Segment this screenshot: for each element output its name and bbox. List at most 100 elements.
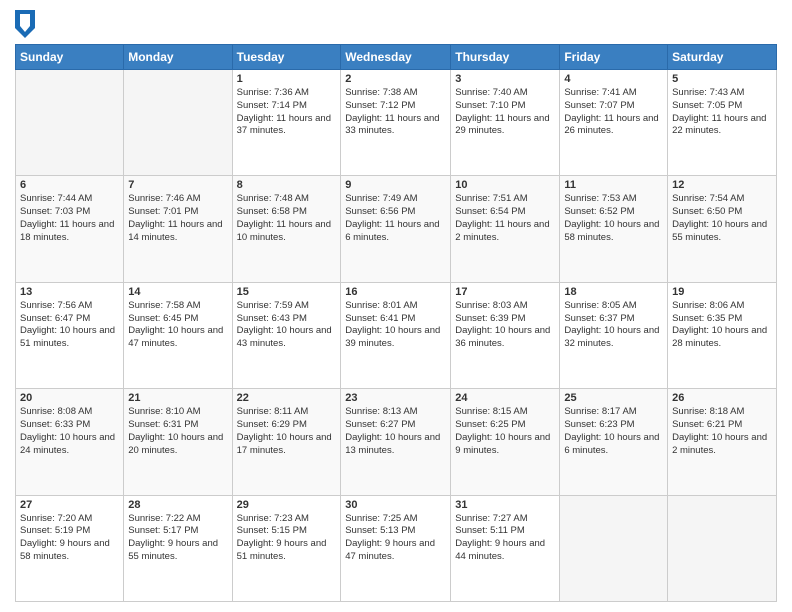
- weekday-header-friday: Friday: [560, 45, 668, 70]
- day-cell: 25 Sunrise: 8:17 AMSunset: 6:23 PMDayligh…: [560, 389, 668, 495]
- day-cell: [560, 495, 668, 601]
- day-number: 8: [237, 179, 337, 191]
- weekday-header-wednesday: Wednesday: [341, 45, 451, 70]
- day-number: 27: [20, 499, 119, 511]
- day-cell: 15Sunrise: 7:59 AMSunset: 6:43 PMDayligh…: [232, 282, 341, 388]
- day-number: 22: [237, 392, 337, 404]
- day-info: Sunrise: 7:25 AMSunset: 5:13 PMDaylight:…: [345, 513, 446, 564]
- day-cell: 1 Sunrise: 7:36 AMSunset: 7:14 PMDaylight…: [232, 70, 341, 176]
- week-row-5: 27 Sunrise: 7:20 AMSunset: 5:19 PMDayligh…: [16, 495, 777, 601]
- day-number: 19: [672, 286, 772, 298]
- day-info: Sunrise: 7:54 AMSunset: 6:50 PMDaylight:…: [672, 193, 772, 244]
- day-info: Sunrise: 8:01 AMSunset: 6:41 PMDaylight:…: [345, 300, 446, 351]
- day-cell: 13 Sunrise: 7:56 AMSunset: 6:47 PMDayligh…: [16, 282, 124, 388]
- day-info: Sunrise: 7:58 AMSunset: 6:45 PMDaylight:…: [128, 300, 227, 351]
- week-row-4: 20 Sunrise: 8:08 AMSunset: 6:33 PMDayligh…: [16, 389, 777, 495]
- day-number: 13: [20, 286, 119, 298]
- day-cell: 21Sunrise: 8:10 AMSunset: 6:31 PMDayligh…: [124, 389, 232, 495]
- day-cell: 5 Sunrise: 7:43 AMSunset: 7:05 PMDaylight…: [668, 70, 777, 176]
- day-cell: 26 Sunrise: 8:18 AMSunset: 6:21 PMDayligh…: [668, 389, 777, 495]
- day-info: Sunrise: 8:05 AMSunset: 6:37 PMDaylight:…: [564, 300, 663, 351]
- day-cell: 27 Sunrise: 7:20 AMSunset: 5:19 PMDayligh…: [16, 495, 124, 601]
- day-info: Sunrise: 8:17 AMSunset: 6:23 PMDaylight:…: [564, 406, 663, 457]
- day-number: 21: [128, 392, 227, 404]
- weekday-header-tuesday: Tuesday: [232, 45, 341, 70]
- logo-icon: [15, 10, 35, 38]
- day-cell: 17Sunrise: 8:03 AMSunset: 6:39 PMDayligh…: [451, 282, 560, 388]
- day-info: Sunrise: 7:48 AMSunset: 6:58 PMDaylight:…: [237, 193, 337, 244]
- page: SundayMondayTuesdayWednesdayThursdayFrid…: [0, 0, 792, 612]
- logo: [15, 10, 39, 38]
- day-cell: 2 Sunrise: 7:38 AMSunset: 7:12 PMDaylight…: [341, 70, 451, 176]
- day-info: Sunrise: 8:15 AMSunset: 6:25 PMDaylight:…: [455, 406, 555, 457]
- day-cell: 18Sunrise: 8:05 AMSunset: 6:37 PMDayligh…: [560, 282, 668, 388]
- day-number: 12: [672, 179, 772, 191]
- day-number: 2: [345, 73, 446, 85]
- day-info: Sunrise: 7:27 AMSunset: 5:11 PMDaylight:…: [455, 513, 555, 564]
- weekday-header-row: SundayMondayTuesdayWednesdayThursdayFrid…: [16, 45, 777, 70]
- day-number: 11: [564, 179, 663, 191]
- day-cell: 16 Sunrise: 8:01 AMSunset: 6:41 PMDayligh…: [341, 282, 451, 388]
- day-cell: 19 Sunrise: 8:06 AMSunset: 6:35 PMDayligh…: [668, 282, 777, 388]
- weekday-header-saturday: Saturday: [668, 45, 777, 70]
- day-number: 7: [128, 179, 227, 191]
- day-info: Sunrise: 7:40 AMSunset: 7:10 PMDaylight:…: [455, 87, 555, 138]
- day-info: Sunrise: 7:56 AMSunset: 6:47 PMDaylight:…: [20, 300, 119, 351]
- day-cell: 22Sunrise: 8:11 AMSunset: 6:29 PMDayligh…: [232, 389, 341, 495]
- day-info: Sunrise: 7:22 AMSunset: 5:17 PMDaylight:…: [128, 513, 227, 564]
- day-info: Sunrise: 8:08 AMSunset: 6:33 PMDaylight:…: [20, 406, 119, 457]
- day-info: Sunrise: 7:44 AMSunset: 7:03 PMDaylight:…: [20, 193, 119, 244]
- weekday-header-sunday: Sunday: [16, 45, 124, 70]
- day-number: 3: [455, 73, 555, 85]
- day-info: Sunrise: 7:41 AMSunset: 7:07 PMDaylight:…: [564, 87, 663, 138]
- day-info: Sunrise: 7:20 AMSunset: 5:19 PMDaylight:…: [20, 513, 119, 564]
- day-cell: 9 Sunrise: 7:49 AMSunset: 6:56 PMDaylight…: [341, 176, 451, 282]
- day-number: 17: [455, 286, 555, 298]
- day-cell: 29 Sunrise: 7:23 AMSunset: 5:15 PMDayligh…: [232, 495, 341, 601]
- day-info: Sunrise: 7:51 AMSunset: 6:54 PMDaylight:…: [455, 193, 555, 244]
- day-cell: [124, 70, 232, 176]
- day-cell: 12 Sunrise: 7:54 AMSunset: 6:50 PMDayligh…: [668, 176, 777, 282]
- day-info: Sunrise: 8:18 AMSunset: 6:21 PMDaylight:…: [672, 406, 772, 457]
- day-info: Sunrise: 7:36 AMSunset: 7:14 PMDaylight:…: [237, 87, 337, 138]
- day-number: 20: [20, 392, 119, 404]
- day-info: Sunrise: 7:46 AMSunset: 7:01 PMDaylight:…: [128, 193, 227, 244]
- day-number: 24: [455, 392, 555, 404]
- day-info: Sunrise: 8:06 AMSunset: 6:35 PMDaylight:…: [672, 300, 772, 351]
- day-number: 16: [345, 286, 446, 298]
- day-cell: [16, 70, 124, 176]
- day-cell: 11 Sunrise: 7:53 AMSunset: 6:52 PMDayligh…: [560, 176, 668, 282]
- day-number: 10: [455, 179, 555, 191]
- calendar-table: SundayMondayTuesdayWednesdayThursdayFrid…: [15, 44, 777, 602]
- day-number: 4: [564, 73, 663, 85]
- day-number: 26: [672, 392, 772, 404]
- day-info: Sunrise: 7:38 AMSunset: 7:12 PMDaylight:…: [345, 87, 446, 138]
- day-info: Sunrise: 8:13 AMSunset: 6:27 PMDaylight:…: [345, 406, 446, 457]
- day-info: Sunrise: 7:49 AMSunset: 6:56 PMDaylight:…: [345, 193, 446, 244]
- day-cell: 23Sunrise: 8:13 AMSunset: 6:27 PMDayligh…: [341, 389, 451, 495]
- day-number: 15: [237, 286, 337, 298]
- day-number: 6: [20, 179, 119, 191]
- day-cell: 14 Sunrise: 7:58 AMSunset: 6:45 PMDayligh…: [124, 282, 232, 388]
- day-number: 1: [237, 73, 337, 85]
- day-cell: 24 Sunrise: 8:15 AMSunset: 6:25 PMDayligh…: [451, 389, 560, 495]
- day-number: 5: [672, 73, 772, 85]
- week-row-1: 1 Sunrise: 7:36 AMSunset: 7:14 PMDaylight…: [16, 70, 777, 176]
- day-cell: [668, 495, 777, 601]
- day-cell: 20 Sunrise: 8:08 AMSunset: 6:33 PMDayligh…: [16, 389, 124, 495]
- day-number: 29: [237, 499, 337, 511]
- day-info: Sunrise: 7:43 AMSunset: 7:05 PMDaylight:…: [672, 87, 772, 138]
- day-info: Sunrise: 7:23 AMSunset: 5:15 PMDaylight:…: [237, 513, 337, 564]
- day-number: 25: [564, 392, 663, 404]
- day-cell: 7 Sunrise: 7:46 AMSunset: 7:01 PMDaylight…: [124, 176, 232, 282]
- weekday-header-monday: Monday: [124, 45, 232, 70]
- day-cell: 10 Sunrise: 7:51 AMSunset: 6:54 PMDayligh…: [451, 176, 560, 282]
- day-cell: 3 Sunrise: 7:40 AMSunset: 7:10 PMDaylight…: [451, 70, 560, 176]
- day-number: 14: [128, 286, 227, 298]
- day-cell: 31Sunrise: 7:27 AMSunset: 5:11 PMDayligh…: [451, 495, 560, 601]
- day-number: 9: [345, 179, 446, 191]
- day-cell: 8 Sunrise: 7:48 AMSunset: 6:58 PMDaylight…: [232, 176, 341, 282]
- weekday-header-thursday: Thursday: [451, 45, 560, 70]
- day-info: Sunrise: 7:53 AMSunset: 6:52 PMDaylight:…: [564, 193, 663, 244]
- day-cell: 6 Sunrise: 7:44 AMSunset: 7:03 PMDaylight…: [16, 176, 124, 282]
